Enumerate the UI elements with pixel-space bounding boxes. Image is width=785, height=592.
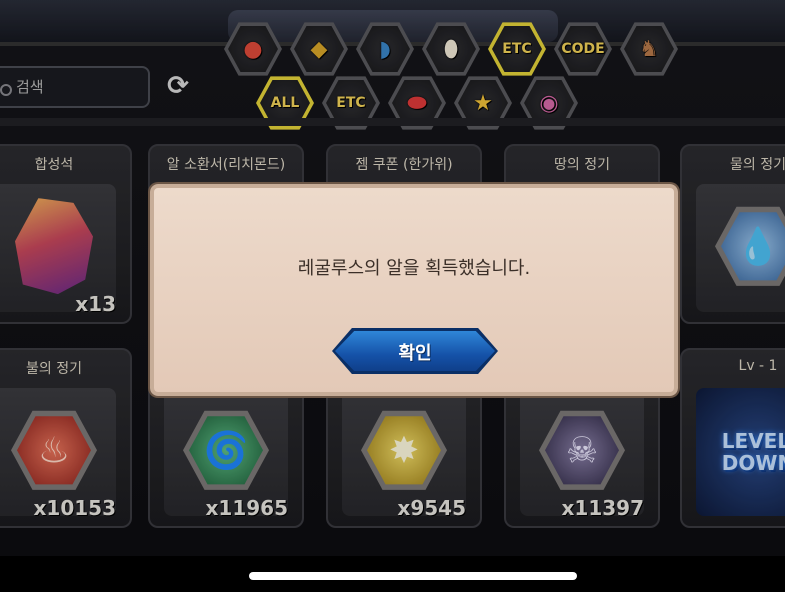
dialog-message: 레굴루스의 알을 획득했습니다. — [297, 258, 531, 279]
confirm-button[interactable]: 확인 — [332, 328, 498, 374]
inventory-screen: 검색 ⟳ ● ◆ ◗ ⬮ ETC CODE ♞ ALL ETC ⬬ ★ ◉ 합성… — [0, 0, 785, 592]
home-indicator[interactable] — [249, 572, 577, 580]
confirm-button-label: 확인 — [398, 343, 432, 364]
reward-dialog: 레굴루스의 알을 획득했습니다. 확인 — [150, 184, 678, 396]
